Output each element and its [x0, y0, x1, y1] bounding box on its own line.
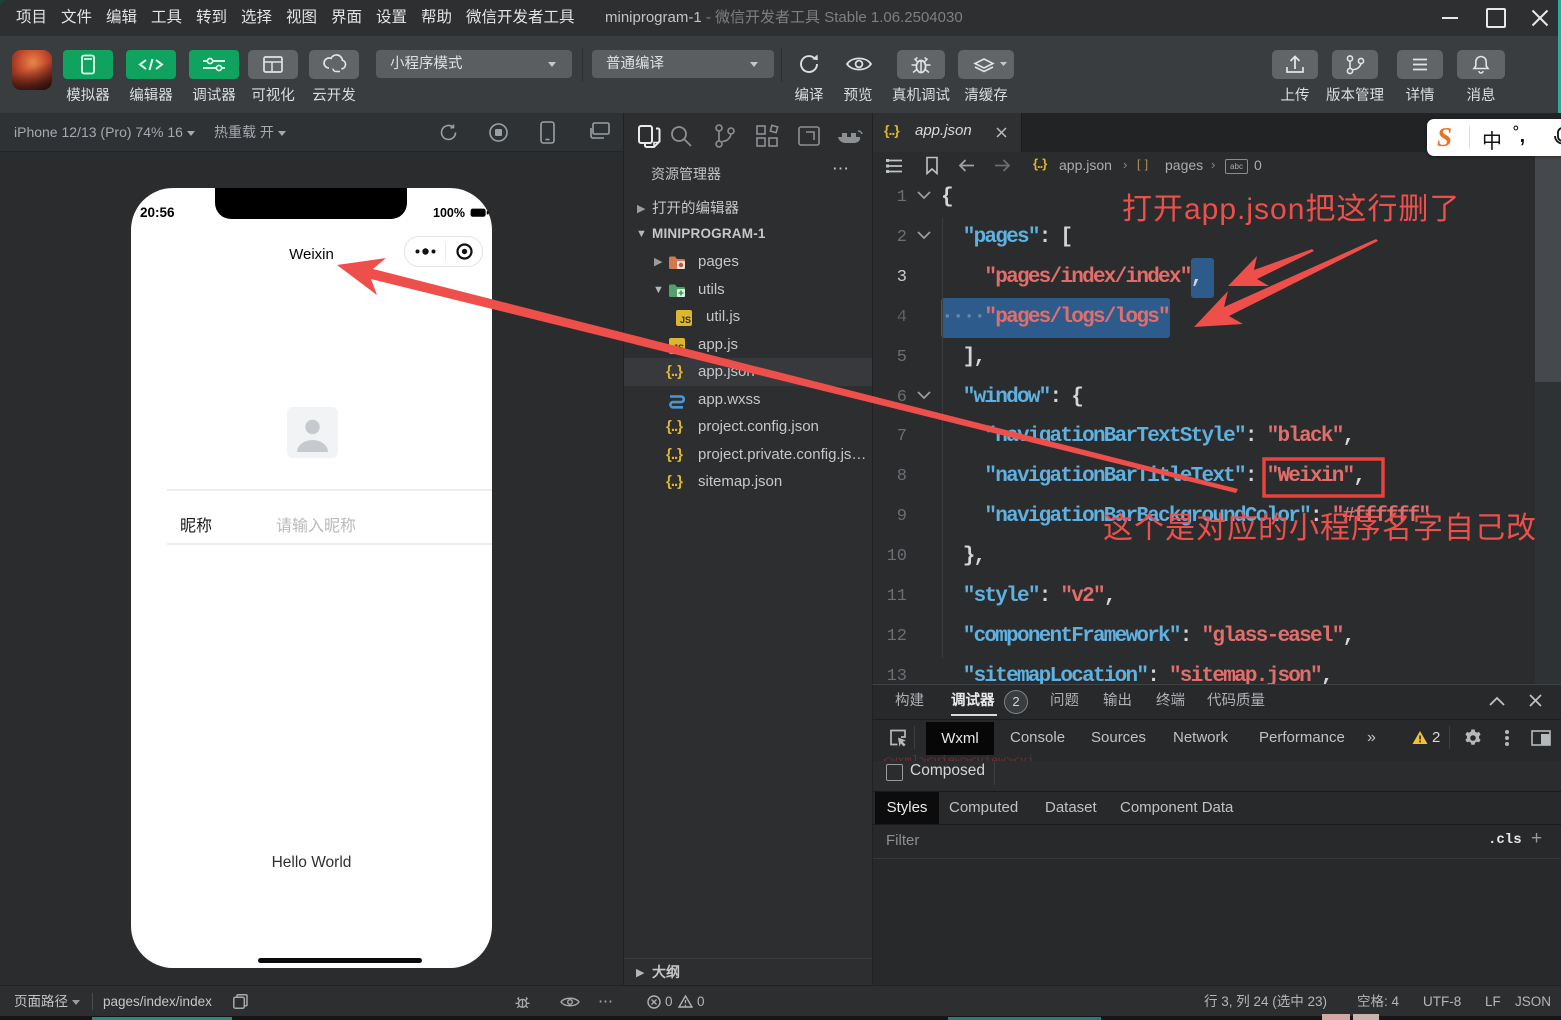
- svg-text:JS: JS: [680, 315, 691, 325]
- svg-text:JS: JS: [673, 343, 684, 353]
